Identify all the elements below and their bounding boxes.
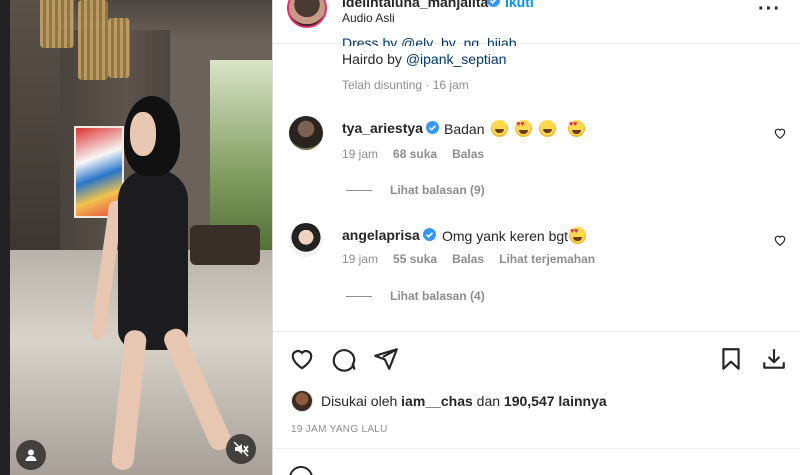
- comment-text: Badan: [444, 120, 586, 137]
- verified-icon: [423, 228, 436, 241]
- download-icon[interactable]: [761, 346, 787, 372]
- emoji-picker-button[interactable]: [289, 466, 313, 475]
- owner-username[interactable]: idelintaluna_manjalita: [342, 0, 488, 10]
- view-replies-button[interactable]: Lihat balasan (4): [346, 289, 485, 303]
- avatar[interactable]: [289, 223, 323, 257]
- heart-eyes-emoji-icon: [569, 227, 587, 244]
- caption-mention-link[interactable]: @ipank_septian: [406, 51, 507, 67]
- more-icon[interactable]: ···: [758, 0, 781, 21]
- comment-username[interactable]: angelaprisa: [342, 227, 420, 243]
- share-icon[interactable]: [373, 346, 399, 372]
- edited-label: Telah disunting: [342, 78, 423, 92]
- heart-icon[interactable]: [289, 346, 315, 372]
- comment-username[interactable]: tya_ariestya: [342, 120, 423, 136]
- video-frame: [0, 0, 272, 475]
- laugh-emoji-icon: [491, 120, 509, 137]
- verified-icon: [426, 121, 439, 134]
- edited-time: 16 jam: [432, 78, 469, 92]
- avatar[interactable]: [291, 390, 313, 412]
- owner-avatar[interactable]: [287, 0, 327, 28]
- audio-label[interactable]: Audio Asli: [342, 11, 395, 25]
- post-details-panel: idelintaluna_manjalita Ikuti Audio Asli …: [273, 0, 800, 475]
- divider: [273, 448, 800, 449]
- caption-hairdo-prefix: Hairdo by: [342, 51, 406, 67]
- bookmark-icon[interactable]: [718, 346, 744, 372]
- divider: [273, 331, 800, 332]
- comment-meta: 19 jam 55 suka Balas Lihat terjemahan: [342, 252, 595, 266]
- comment-likes[interactable]: 68 suka: [393, 147, 437, 161]
- likes-summary: Disukai oleh iam__chas dan 190,547 lainn…: [291, 390, 607, 412]
- caption-partial: Dress by @ely_by_ng_hijab: [342, 36, 517, 46]
- comment-likes[interactable]: 55 suka: [393, 252, 437, 266]
- comment-time[interactable]: 19 jam: [342, 252, 378, 266]
- comment-time[interactable]: 19 jam: [342, 147, 378, 161]
- action-bar: [273, 342, 800, 378]
- reply-button[interactable]: Balas: [452, 252, 484, 266]
- liked-by-user[interactable]: iam__chas: [401, 393, 473, 409]
- comment-icon[interactable]: [331, 346, 357, 372]
- heart-icon[interactable]: [773, 233, 787, 247]
- translate-button[interactable]: Lihat terjemahan: [499, 252, 595, 266]
- mute-button[interactable]: [226, 434, 256, 464]
- video-player[interactable]: [0, 0, 272, 475]
- mute-icon: [233, 441, 249, 457]
- verified-icon: [487, 0, 500, 7]
- follow-button[interactable]: Ikuti: [505, 0, 534, 10]
- likes-count[interactable]: 190,547 lainnya: [504, 393, 607, 409]
- heart-eyes-emoji-icon: [515, 120, 533, 137]
- reply-button[interactable]: Balas: [452, 147, 484, 161]
- avatar[interactable]: [289, 116, 323, 150]
- caption-meta: Telah disunting · 16 jam: [342, 78, 469, 92]
- user-avatar-icon: [25, 449, 37, 461]
- heart-eyes-emoji-icon: [568, 120, 586, 137]
- post-timestamp[interactable]: 19 JAM YANG LALU: [291, 424, 388, 435]
- tagged-user-button[interactable]: [16, 440, 46, 470]
- caption-hairdo: Hairdo by @ipank_septian: [342, 51, 506, 67]
- comment-meta: 19 jam 68 suka Balas: [342, 147, 484, 161]
- laugh-emoji-icon: [539, 120, 557, 137]
- view-replies-button[interactable]: Lihat balasan (9): [346, 183, 485, 197]
- heart-icon[interactable]: [773, 126, 787, 140]
- comment-text: Omg yank keren bgt: [442, 227, 587, 244]
